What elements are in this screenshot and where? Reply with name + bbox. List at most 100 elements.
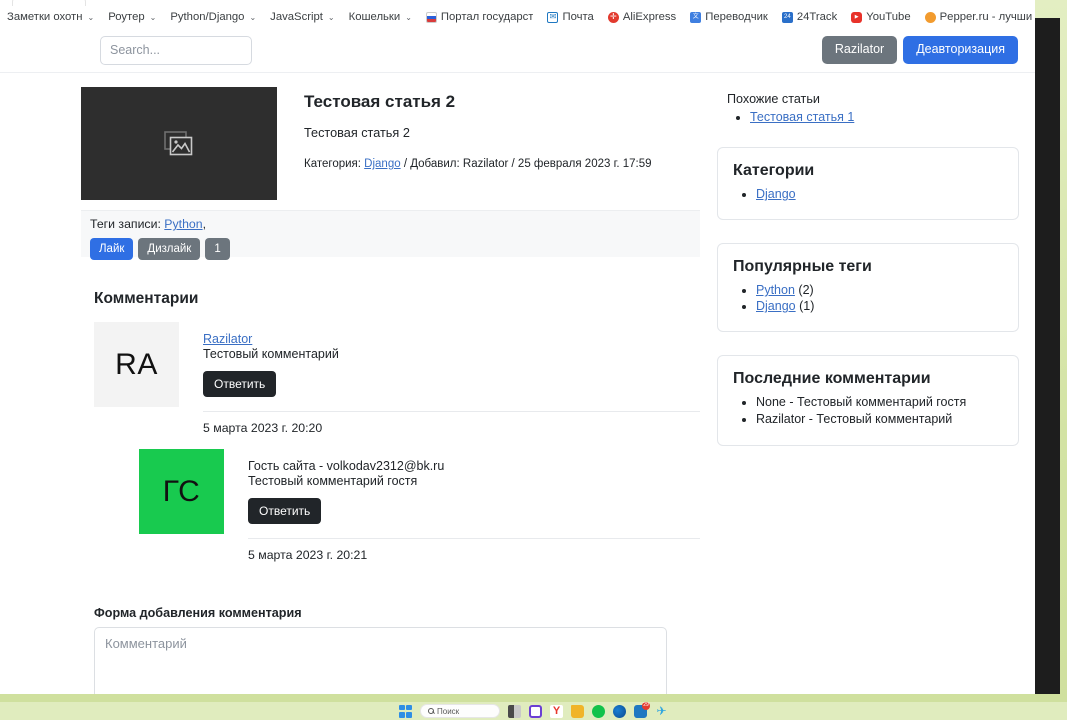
chevron-down-icon: ⌄ [327, 12, 335, 22]
tag-link[interactable]: Python [164, 217, 202, 231]
bookmark-item[interactable]: Кошельки ⌄ [342, 9, 419, 25]
tag-link[interactable]: Django [756, 299, 796, 313]
popular-tags-title: Популярные теги [733, 258, 872, 275]
bookmark-item[interactable]: 24 24Track [775, 9, 844, 25]
user-profile-button[interactable]: Razilator [821, 36, 898, 64]
chevron-down-icon: ⌄ [249, 12, 257, 22]
comment-author: Razilator [203, 332, 700, 346]
bookmark-label: Портал государст [440, 11, 534, 23]
yandex-browser-icon[interactable]: Y [550, 704, 563, 718]
meta-date: 25 февраля 2023 г. 17:59 [517, 158, 652, 170]
chevron-down-icon: ⌄ [87, 12, 95, 22]
rating-controls: Лайк Дизлайк 1 [90, 238, 700, 261]
categories-title: Категории [733, 162, 815, 179]
taskbar-search-box[interactable]: Поиск [420, 704, 500, 718]
bookmark-item[interactable]: Pepper.ru - лучши [918, 9, 1035, 25]
article-description: Тестовая статья 2 [304, 126, 410, 140]
translate-icon [690, 11, 702, 23]
reply-button[interactable]: Ответить [248, 498, 322, 524]
telegram-icon[interactable]: ✈ [655, 704, 668, 718]
list-item: None - Тестовый комментарий гостя [756, 395, 1018, 409]
comments-heading: Комментарии [94, 290, 199, 307]
article-thumbnail [81, 87, 277, 200]
comment-input[interactable] [94, 627, 667, 694]
edge-icon[interactable] [613, 704, 626, 718]
comment-text: Тестовый комментарий гостя [248, 474, 418, 488]
bookmark-item[interactable]: JavaScript ⌄ [263, 9, 341, 25]
browser-window: Заметки охотн ⌄ Роутер ⌄ Python/Django ⌄… [0, 0, 1035, 694]
bookmark-item[interactable]: Переводчик [683, 9, 775, 25]
meta-author-label: Добавил: [410, 158, 460, 170]
comment-body: Гость сайта - volkodav2312@bk.ru Тестовы… [224, 449, 700, 562]
page-viewport: Razilator Деавторизация [0, 28, 1035, 694]
start-icon[interactable] [399, 704, 412, 718]
bookmark-label: JavaScript [270, 11, 323, 23]
like-button[interactable]: Лайк [90, 238, 134, 261]
bookmark-label: Переводчик [705, 11, 768, 23]
aliexpress-icon [607, 11, 619, 23]
tag-count: (2) [798, 283, 814, 297]
bookmark-label: Заметки охотн [7, 11, 83, 23]
window-edge-right [1035, 18, 1060, 694]
avatar: ГС [139, 449, 224, 534]
bookmark-label: Pepper.ru - лучши [939, 11, 1033, 23]
meta-sep: / [511, 158, 515, 170]
bookmarks-bar[interactable]: Заметки охотн ⌄ Роутер ⌄ Python/Django ⌄… [0, 6, 1035, 28]
bookmark-item[interactable]: YouTube [844, 9, 917, 25]
article-title: Тестовая статья 2 [304, 92, 456, 111]
bookmark-item[interactable]: AliExpress [601, 9, 683, 25]
bookmark-label: Почта [562, 11, 594, 23]
comment-item: ГС Гость сайта - volkodav2312@bk.ru Тест… [126, 449, 700, 562]
meta-category-link[interactable]: Django [364, 158, 400, 170]
popular-tags-list: Python (2) Django (1) [718, 283, 1018, 313]
tag-link[interactable]: Python [756, 283, 795, 297]
gosuslugi-icon [425, 11, 437, 23]
comment-form-title: Форма добавления комментария [94, 606, 302, 620]
bookmark-label: YouTube [866, 11, 911, 23]
bookmark-label: AliExpress [622, 11, 677, 23]
reply-button[interactable]: Ответить [203, 371, 277, 397]
main-layout: Тестовая статья 2 Тестовая статья 2 Кате… [0, 73, 1035, 694]
avatar: RA [94, 322, 179, 407]
comment-item: RA Razilator Тестовый комментарий Ответи… [81, 322, 700, 435]
site-header: Razilator Деавторизация [0, 28, 1035, 73]
bookmark-item[interactable]: ✉ Почта [540, 9, 600, 25]
category-link[interactable]: Django [756, 187, 796, 201]
dislike-button[interactable]: Дизлайк [138, 238, 201, 261]
chevron-down-icon: ⌄ [149, 12, 157, 22]
categories-card: Категории Django [717, 147, 1019, 220]
bookmark-item[interactable]: Заметки охотн ⌄ [0, 9, 101, 25]
mail-icon[interactable]: 29 [634, 701, 650, 718]
tags-label: Теги записи: [90, 217, 161, 231]
categories-list: Django [718, 187, 1018, 201]
header-actions: Razilator Деавторизация [821, 36, 1018, 64]
comment-text: Тестовый комментарий [203, 347, 339, 361]
list-item: Django (1) [756, 299, 1018, 313]
search-icon [428, 708, 434, 714]
bookmark-item[interactable]: Роутер ⌄ [101, 9, 163, 25]
similar-article-link[interactable]: Тестовая статья 1 [750, 110, 854, 124]
logout-button[interactable]: Деавторизация [903, 36, 1018, 64]
similar-articles-heading: Похожие статьи [727, 92, 820, 106]
comment-body: Razilator Тестовый комментарий Ответить … [179, 322, 700, 435]
latest-comments-card: Последние комментарии None - Тестовый ко… [717, 355, 1019, 446]
list-item: Тестовая статья 1 [750, 110, 1019, 124]
article-meta: Категория: Django / Добавил: Razilator /… [304, 158, 652, 170]
article-card: Тестовая статья 2 Тестовая статья 2 Кате… [81, 87, 700, 200]
bookmark-item[interactable]: Python/Django ⌄ [163, 9, 263, 25]
tag-count: (1) [799, 299, 815, 313]
divider [248, 538, 700, 539]
comment-author: Гость сайта - volkodav2312@bk.ru [248, 459, 445, 473]
comment-author-link[interactable]: Razilator [203, 332, 252, 346]
bookmark-label: Кошельки [348, 11, 401, 23]
bookmark-item[interactable]: Портал государст [419, 9, 541, 25]
file-explorer-icon[interactable] [571, 704, 584, 718]
divider [203, 411, 700, 412]
rating-count: 1 [205, 238, 230, 261]
list-item: Razilator - Тестовый комментарий [756, 412, 1018, 426]
spotify-icon[interactable] [592, 704, 605, 718]
windows-taskbar[interactable]: Поиск Y 29 ✈ [0, 701, 1067, 720]
app-purple-icon[interactable] [529, 704, 542, 718]
search-input[interactable] [100, 35, 252, 65]
task-view-icon[interactable] [508, 704, 521, 718]
